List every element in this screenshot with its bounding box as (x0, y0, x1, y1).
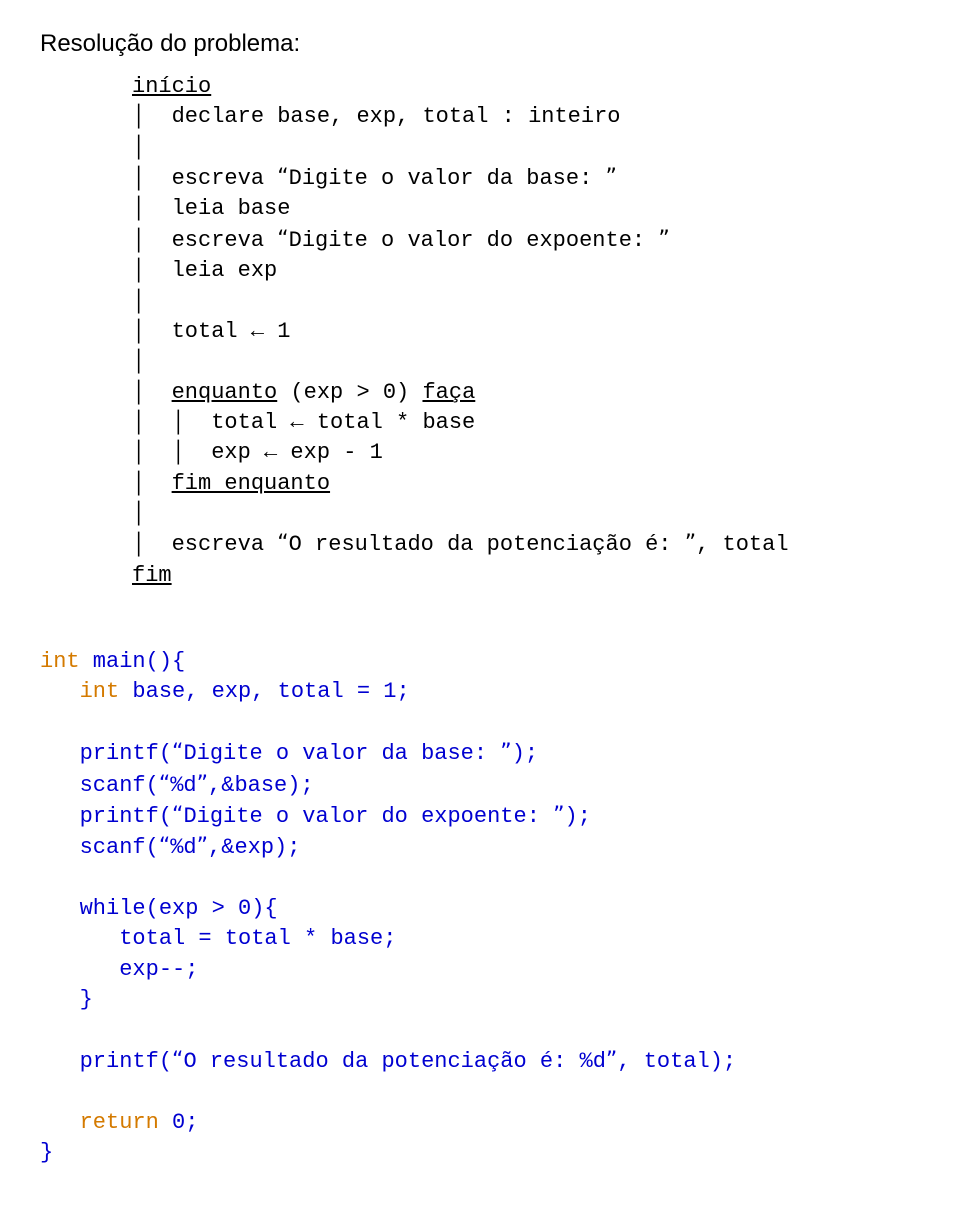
enq-line2: exp ← exp - 1 (211, 440, 383, 465)
leia-exp: leia exp (172, 258, 278, 283)
leia-base: leia base (172, 196, 291, 221)
heading: Resolução do problema: (40, 30, 920, 58)
fim-enquanto: fim enquanto (172, 471, 330, 496)
pseudocode-block: início │ declare base, exp, total : inte… (132, 72, 920, 591)
escreva2: escreva “Digite o valor do expoente: ” (172, 228, 670, 253)
fim: fim (132, 563, 172, 588)
c-code-block: int main(){ int base, exp, total = 1; pr… (40, 647, 920, 1168)
escreva1: escreva “Digite o valor da base: ” (172, 166, 617, 191)
inicio: início (132, 74, 211, 99)
enquanto-line: enquanto (exp > 0) faça (172, 380, 476, 405)
escreva3: escreva “O resultado da potenciação é: ”… (172, 532, 789, 557)
declare: declare base, exp, total : inteiro (172, 104, 621, 129)
enq-line1: total ← total * base (211, 410, 475, 435)
total-1: total ← 1 (172, 319, 291, 344)
